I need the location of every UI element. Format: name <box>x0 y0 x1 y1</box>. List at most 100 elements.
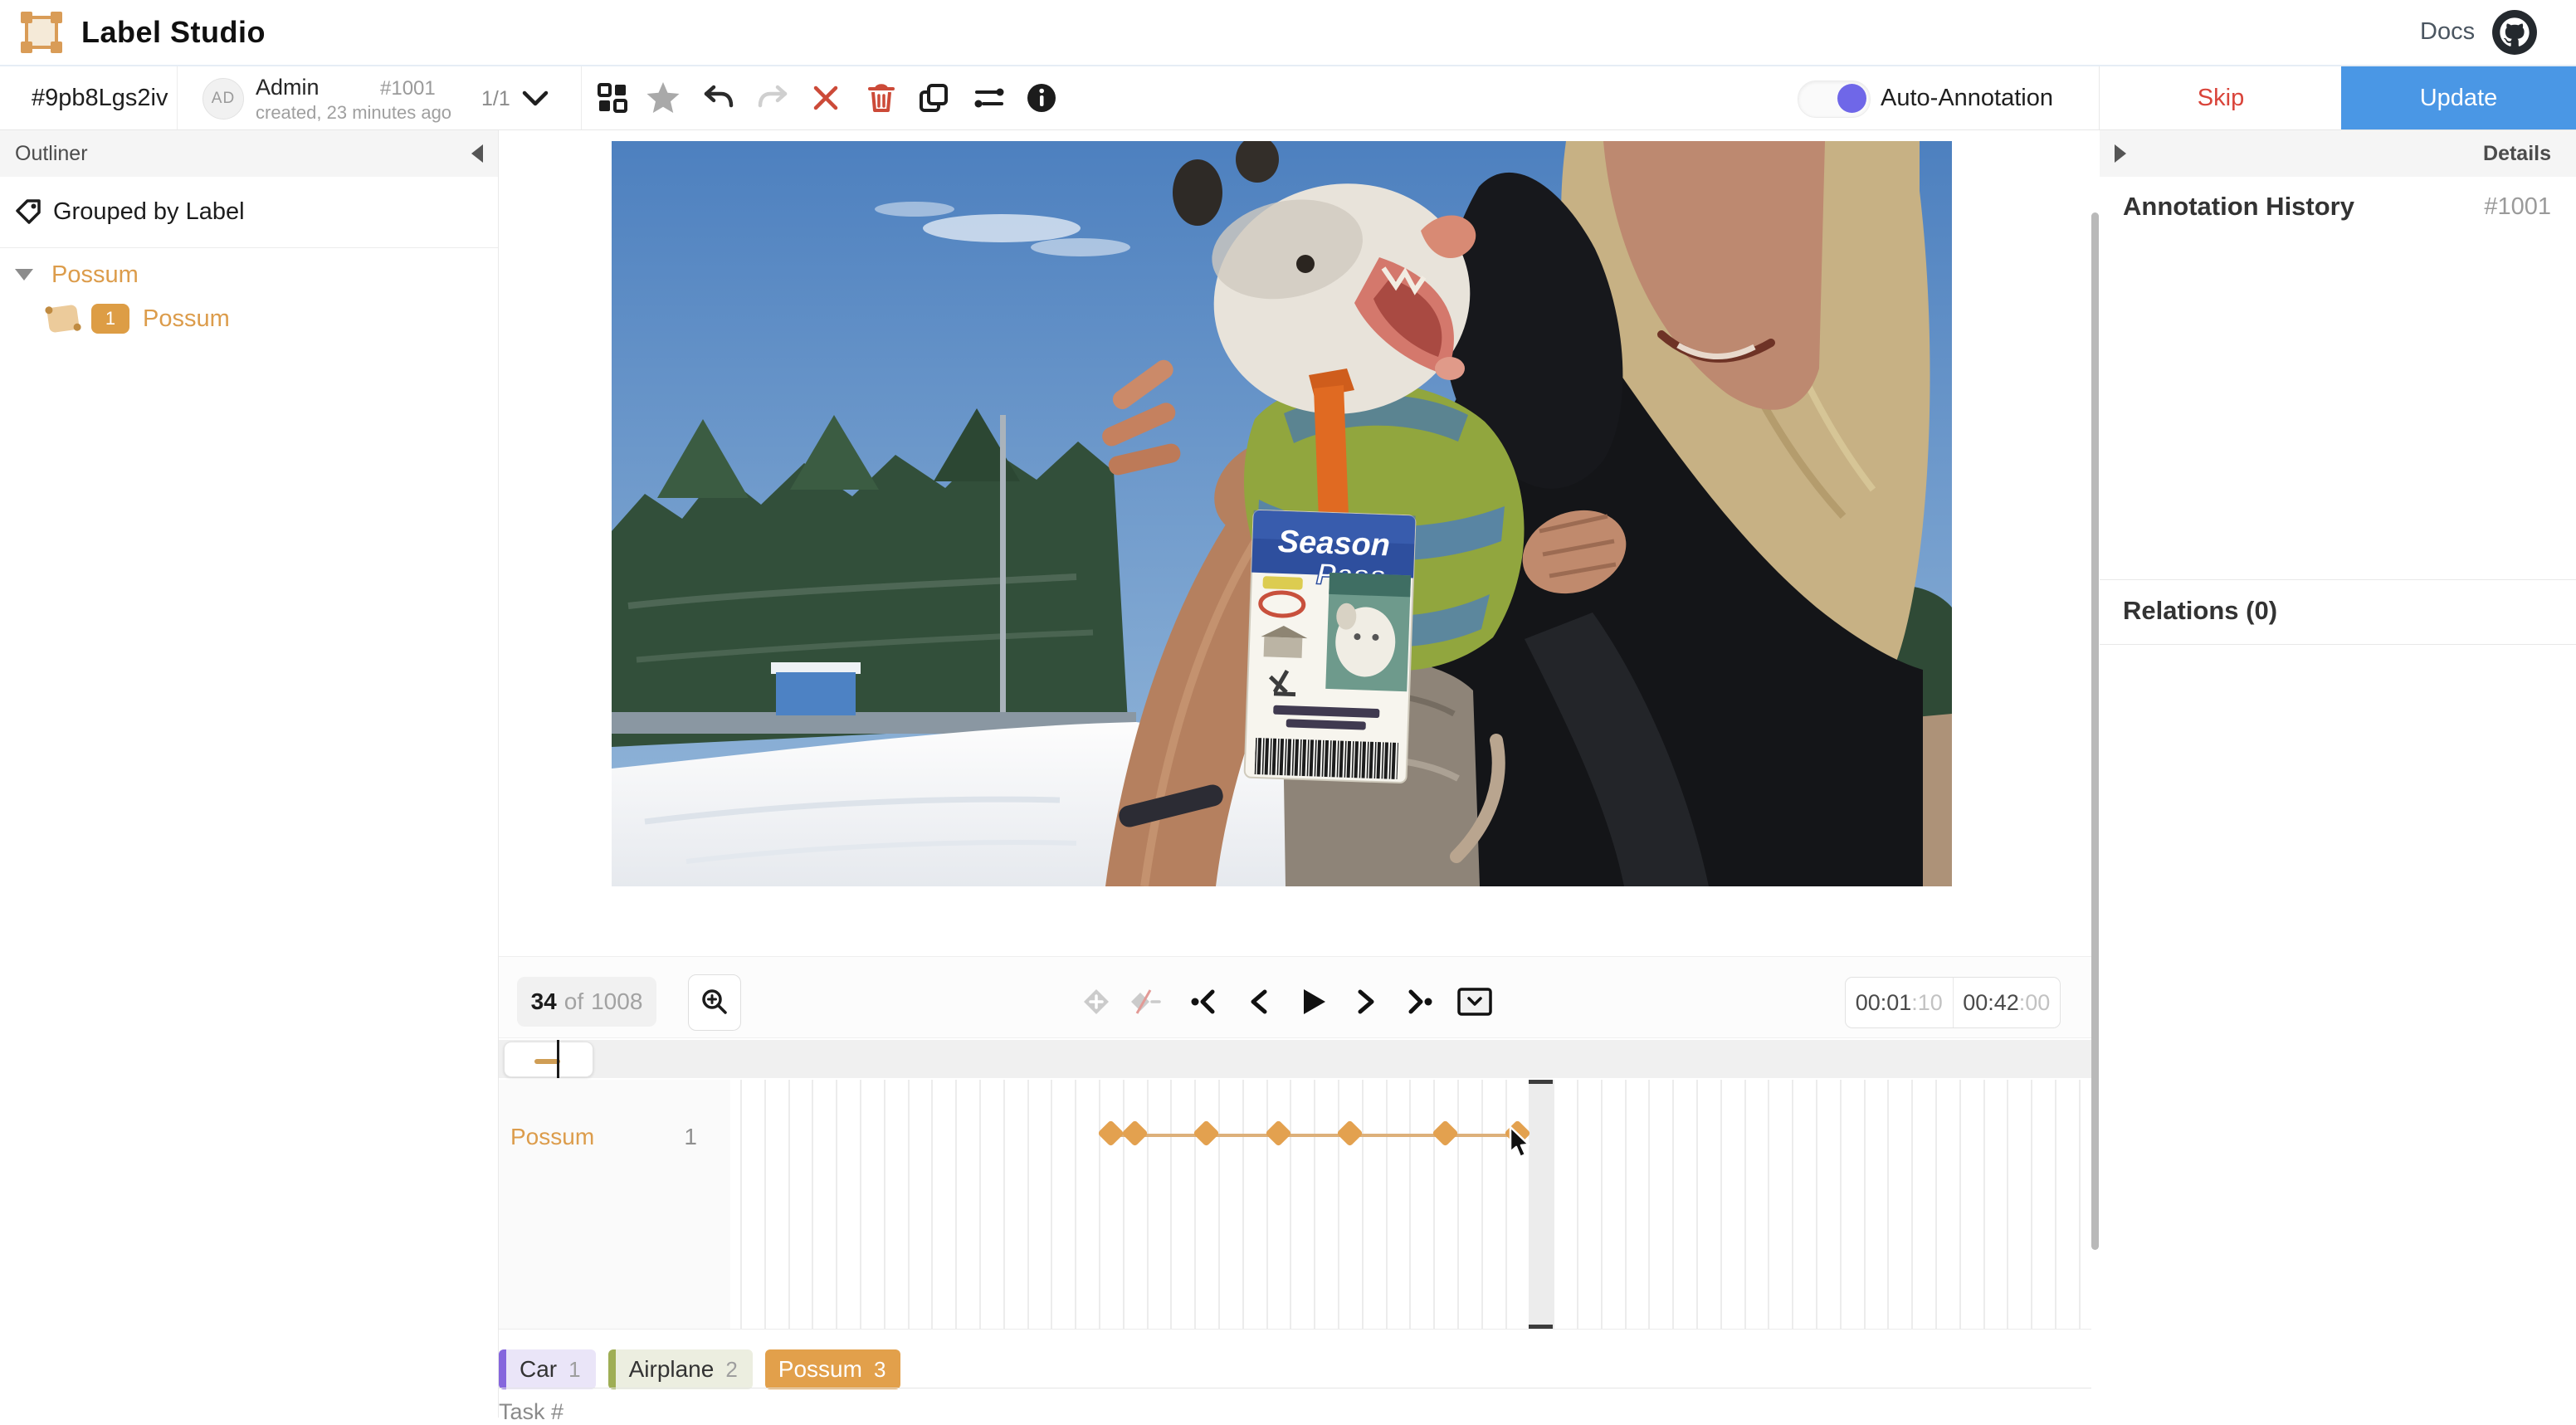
collapse-right-icon[interactable] <box>2115 144 2126 163</box>
frame-counter[interactable]: 34 of 1008 <box>517 977 656 1027</box>
seeker-viewport[interactable] <box>504 1042 593 1077</box>
timeline-tick <box>1577 1080 1578 1329</box>
update-button[interactable]: Update <box>2341 66 2576 129</box>
label-name: Airplane <box>616 1356 726 1383</box>
tag-icon <box>15 198 43 227</box>
timeline-seeker[interactable] <box>499 1040 2091 1078</box>
skip-button[interactable]: Skip <box>2099 66 2342 129</box>
ground-truth-star-button[interactable] <box>645 80 681 116</box>
details-title: Details <box>2483 142 2551 166</box>
timeline-tick <box>836 1080 837 1329</box>
avatar[interactable]: AD <box>202 78 244 120</box>
label-chip-airplane[interactable]: Airplane2 <box>608 1349 753 1389</box>
timeline-tick <box>1266 1080 1268 1329</box>
timeline-tick <box>1744 1080 1746 1329</box>
prev-keyframe-button[interactable] <box>1185 983 1223 1021</box>
next-frame-button[interactable] <box>1348 983 1386 1021</box>
region-index-badge: 1 <box>91 304 129 334</box>
keyframe-interpolation-button[interactable] <box>1126 983 1164 1021</box>
outliner-group-possum[interactable]: Possum <box>0 255 498 295</box>
annotation-history-id: #1001 <box>2484 193 2551 221</box>
timeline-tick <box>1959 1080 1961 1329</box>
main-content: Season Pass <box>499 130 2091 1418</box>
timeline-tick <box>1003 1080 1005 1329</box>
divider <box>581 66 582 129</box>
info-button[interactable] <box>1023 80 1060 116</box>
timeline-grid[interactable] <box>730 1080 2091 1329</box>
delete-trash-button[interactable] <box>863 80 900 116</box>
docs-link[interactable]: Docs <box>2420 18 2475 46</box>
timeline-tick <box>764 1080 766 1329</box>
timeline-tick <box>1457 1080 1459 1329</box>
keyframe-add-button[interactable] <box>1077 983 1115 1021</box>
label-hotkey: 1 <box>568 1357 595 1383</box>
timeline-tick <box>1338 1080 1339 1329</box>
collapse-left-icon[interactable] <box>471 144 483 163</box>
next-keyframe-button[interactable] <box>1400 983 1438 1021</box>
timeline-tick <box>1075 1080 1076 1329</box>
keyframe-diamond[interactable] <box>1432 1120 1459 1147</box>
annotation-created: created, 23 minutes ago <box>256 102 451 124</box>
timeline-tick <box>979 1080 981 1329</box>
relations-title: Relations (0) <box>2123 596 2277 626</box>
frame-separator: of <box>564 988 583 1015</box>
github-icon[interactable] <box>2491 9 2538 56</box>
seeker-playhead[interactable] <box>557 1040 559 1078</box>
timeline-tick <box>1505 1080 1507 1329</box>
video-frame[interactable]: Season Pass <box>612 141 1952 886</box>
timeline-tick <box>740 1080 742 1329</box>
keyframe-diamond[interactable] <box>1193 1120 1220 1147</box>
redo-button[interactable] <box>754 80 791 116</box>
undo-button[interactable] <box>700 80 737 116</box>
keyframe-diamond[interactable] <box>1097 1120 1125 1147</box>
timeline-tick <box>1123 1080 1125 1329</box>
timeline-tick <box>1672 1080 1674 1329</box>
label-hotkey: 2 <box>725 1357 752 1383</box>
current-time[interactable]: 00:01:10 <box>1846 978 1953 1027</box>
timeline-tick <box>1314 1080 1315 1329</box>
timeline-tick <box>1625 1080 1627 1329</box>
grouping-selector[interactable]: Grouped by Label <box>0 177 498 248</box>
label-chip-possum[interactable]: Possum3 <box>765 1349 901 1389</box>
label-hotkey: 3 <box>874 1357 900 1383</box>
collapse-timeline-button[interactable] <box>1456 983 1494 1021</box>
view-all-grid-button[interactable] <box>594 80 631 116</box>
chevron-down-icon[interactable] <box>521 90 549 108</box>
keyframe-diamond[interactable] <box>1336 1120 1364 1147</box>
keyframe-diamond[interactable] <box>1121 1120 1149 1147</box>
top-header: Label Studio Docs <box>0 0 2576 66</box>
relations-section: Relations (0) <box>2100 579 2576 645</box>
keyframe-diamond[interactable] <box>1265 1120 1292 1147</box>
timeline-tick <box>931 1080 933 1329</box>
timeline-playhead-column[interactable] <box>1529 1080 1553 1329</box>
outliner-region-possum[interactable]: 1 Possum <box>0 295 498 343</box>
timeline-tick <box>1983 1080 1985 1329</box>
track-label[interactable]: Possum <box>510 1124 594 1150</box>
timeline-tick <box>1409 1080 1411 1329</box>
timeline-tick <box>1601 1080 1603 1329</box>
timeline-tick <box>1433 1080 1435 1329</box>
label-chip-car[interactable]: Car1 <box>499 1349 596 1389</box>
timeline-tick <box>2031 1080 2032 1329</box>
annotation-id: #1001 <box>380 77 436 100</box>
prev-frame-button[interactable] <box>1239 983 1277 1021</box>
timeline-tick <box>1840 1080 1842 1329</box>
timeline-tick <box>1027 1080 1029 1329</box>
tree-expand-icon[interactable] <box>15 269 33 281</box>
play-button[interactable] <box>1295 983 1333 1021</box>
timeline-zoom-button[interactable] <box>688 974 741 1031</box>
settings-sliders-button[interactable] <box>971 80 1007 116</box>
timeline-tick <box>1720 1080 1722 1329</box>
auto-annotation-toggle[interactable] <box>1798 81 1871 118</box>
total-time-frames: :00 <box>2019 990 2051 1016</box>
zoom-in-icon <box>700 988 729 1018</box>
reset-close-button[interactable] <box>807 80 844 116</box>
vertical-scrollbar[interactable] <box>2091 212 2099 1250</box>
grouping-label: Grouped by Label <box>53 198 245 226</box>
label-color-bar <box>499 1349 506 1389</box>
auto-annotation-label: Auto-Annotation <box>1881 85 2053 112</box>
timeline-tick <box>860 1080 861 1329</box>
timeline-tick <box>1816 1080 1817 1329</box>
copy-button[interactable] <box>915 80 952 116</box>
total-time-main: 00:42 <box>1963 990 2019 1016</box>
